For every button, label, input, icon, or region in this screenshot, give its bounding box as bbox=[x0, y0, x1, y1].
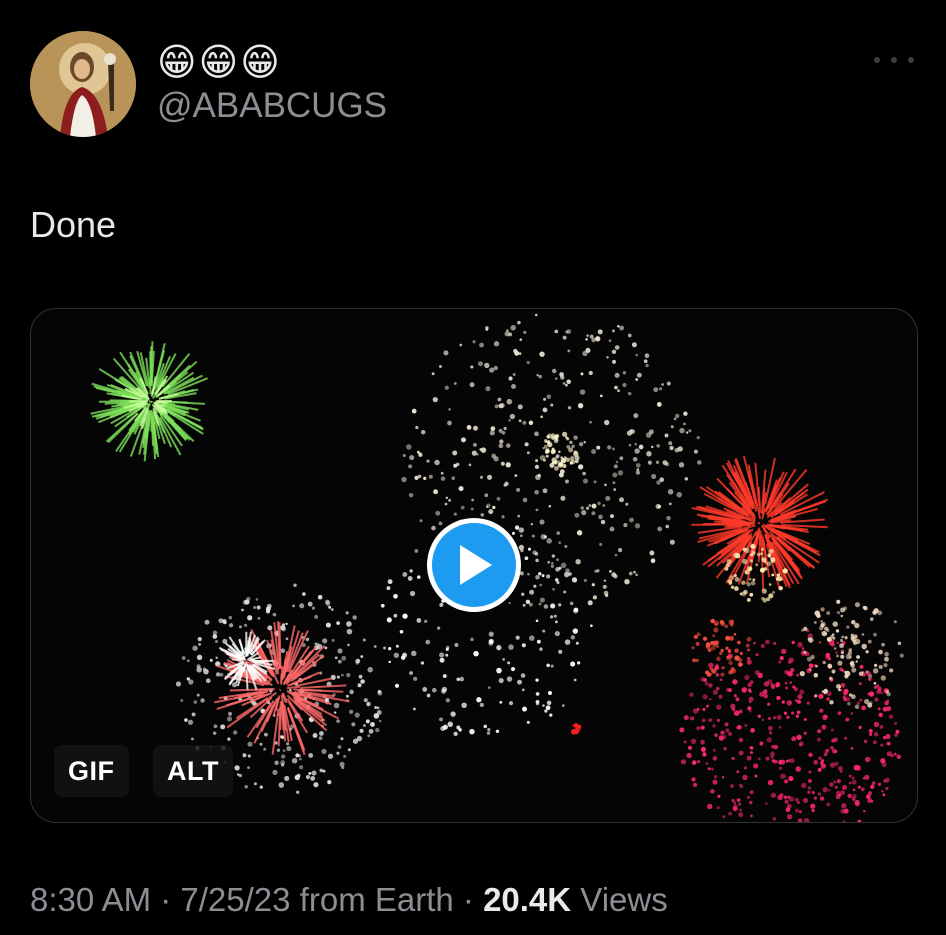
firework-burst bbox=[539, 431, 579, 471]
more-dot bbox=[908, 57, 914, 63]
play-button[interactable] bbox=[427, 518, 521, 612]
firework-burst bbox=[799, 599, 904, 710]
avatar[interactable] bbox=[30, 31, 136, 137]
avatar-image bbox=[30, 31, 136, 137]
firework-burst bbox=[214, 621, 350, 756]
views-label: Views bbox=[571, 881, 668, 918]
tweet-text: Done bbox=[30, 204, 117, 245]
alt-badge[interactable]: ALT bbox=[153, 745, 233, 797]
tweet-meta: 8:30 AM · 7/25/23 from Earth · 20.4K Vie… bbox=[30, 878, 668, 922]
display-name[interactable]: 😁😁😁 bbox=[157, 40, 282, 84]
user-handle[interactable]: @ABABCUGS bbox=[157, 84, 387, 128]
play-icon bbox=[460, 545, 492, 585]
more-options-icon[interactable] bbox=[874, 48, 914, 72]
views-count[interactable]: 20.4K bbox=[483, 881, 571, 918]
firework-burst bbox=[679, 629, 902, 822]
more-dot bbox=[891, 57, 897, 63]
firework-burst bbox=[691, 455, 829, 591]
more-dot bbox=[874, 57, 880, 63]
firework-burst bbox=[90, 341, 209, 462]
tweet-time[interactable]: 8:30 AM bbox=[30, 881, 151, 918]
meta-separator: · bbox=[453, 881, 484, 918]
firework-burst bbox=[691, 618, 752, 677]
gif-badge: GIF bbox=[54, 745, 129, 797]
gif-media[interactable]: GIF ALT bbox=[30, 308, 918, 823]
meta-separator: · bbox=[151, 881, 181, 918]
firework-burst bbox=[570, 723, 582, 735]
tweet: 😁😁😁 @ABABCUGS Done GIF ALT 8:30 AM · 7/2… bbox=[0, 0, 946, 935]
tweet-date[interactable]: 7/25/23 bbox=[180, 881, 290, 918]
tweet-source: from Earth bbox=[290, 881, 454, 918]
